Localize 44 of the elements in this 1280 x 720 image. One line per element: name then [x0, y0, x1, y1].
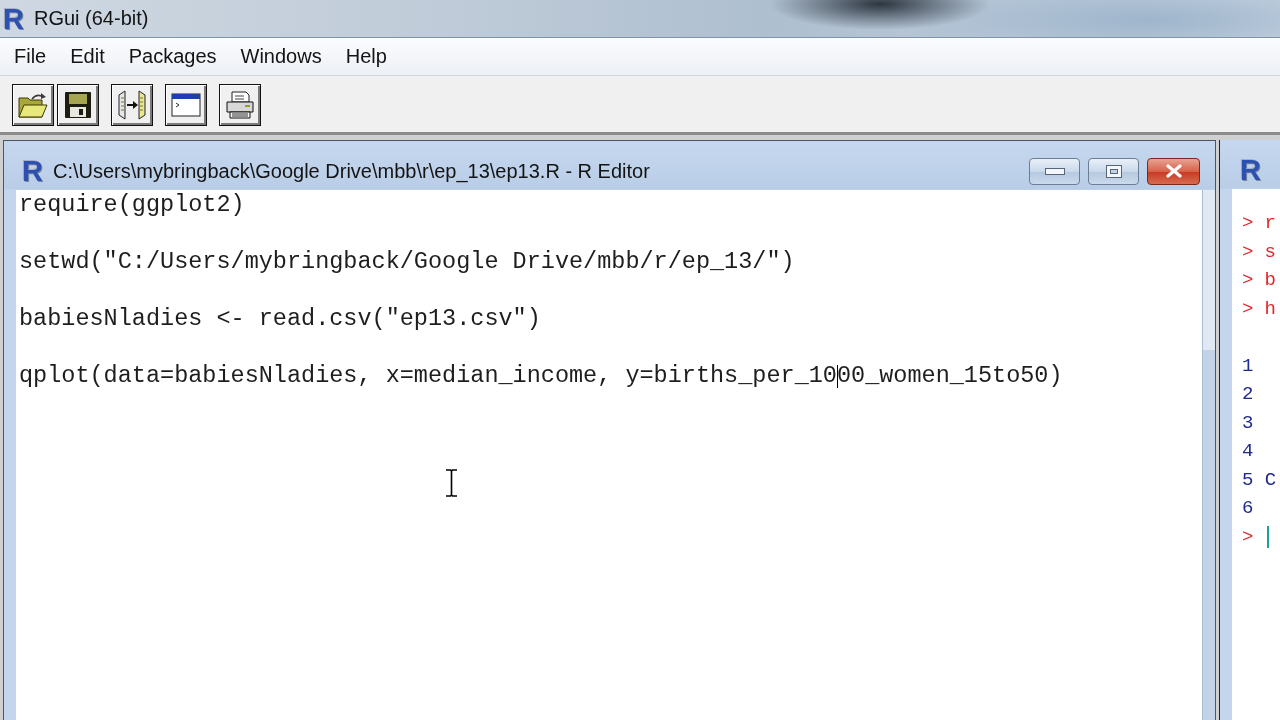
console-output: 3 [1242, 410, 1254, 436]
menu-item[interactable]: Windows [228, 41, 334, 72]
open-button[interactable] [12, 84, 54, 126]
console-output: 2 [1242, 382, 1254, 407]
menu-item[interactable]: File [2, 41, 59, 72]
console-prompt: > [1242, 239, 1254, 265]
console-prompt: > [1242, 268, 1254, 293]
scrollbar[interactable] [1202, 190, 1215, 720]
code-line: setwd("C:/Users/mybringback/Google Drive/mbb/r/ep_13/") [19, 248, 795, 277]
window-title: C:\Users\mybringback\Google Drive\mbb\r\ep_13\ep13.R - R Editor [52, 159, 650, 183]
console-command: r [1264, 211, 1276, 236]
console-output: 5 C [1242, 467, 1277, 493]
app-logo: R [1240, 157, 1261, 183]
arrow-between-panels-icon [116, 89, 148, 121]
console-output: 1 [1242, 353, 1254, 379]
console-prompt: > [1242, 211, 1254, 236]
console-command: s [1264, 239, 1276, 265]
printer-icon [224, 89, 256, 121]
minimize-button[interactable] [1029, 157, 1080, 185]
menu-item[interactable]: Help [333, 41, 399, 72]
close-icon [1165, 164, 1182, 178]
console-command: b [1264, 268, 1276, 293]
code-line: babiesNladies <- read.csv("ep13.csv") [19, 305, 541, 334]
console-prompt: > [1242, 296, 1254, 322]
maximize-icon [1105, 164, 1122, 178]
scrollbar-thumb[interactable] [1203, 190, 1215, 350]
app-logo: R [3, 5, 24, 32]
i-beam-pointer-icon [445, 469, 458, 497]
toolbar-button[interactable] [165, 84, 207, 126]
app-logo: R [22, 158, 43, 184]
menu-item[interactable]: Edit [58, 41, 117, 72]
save-button[interactable] [57, 84, 99, 126]
console-command: h [1264, 296, 1276, 322]
code-line: require(ggplot2) [19, 191, 245, 220]
console-output: 4 [1242, 439, 1254, 464]
close-button[interactable] [1147, 157, 1200, 185]
toolbar-button[interactable] [111, 84, 153, 126]
console-output: 6 [1242, 496, 1254, 521]
maximize-button[interactable] [1088, 157, 1139, 185]
menu-item[interactable]: Packages [116, 41, 229, 72]
window-title: RGui (64-bit) [33, 7, 149, 30]
console-prompt: > [1242, 524, 1254, 550]
print-button[interactable] [219, 84, 261, 126]
minimize-icon [1044, 167, 1065, 175]
